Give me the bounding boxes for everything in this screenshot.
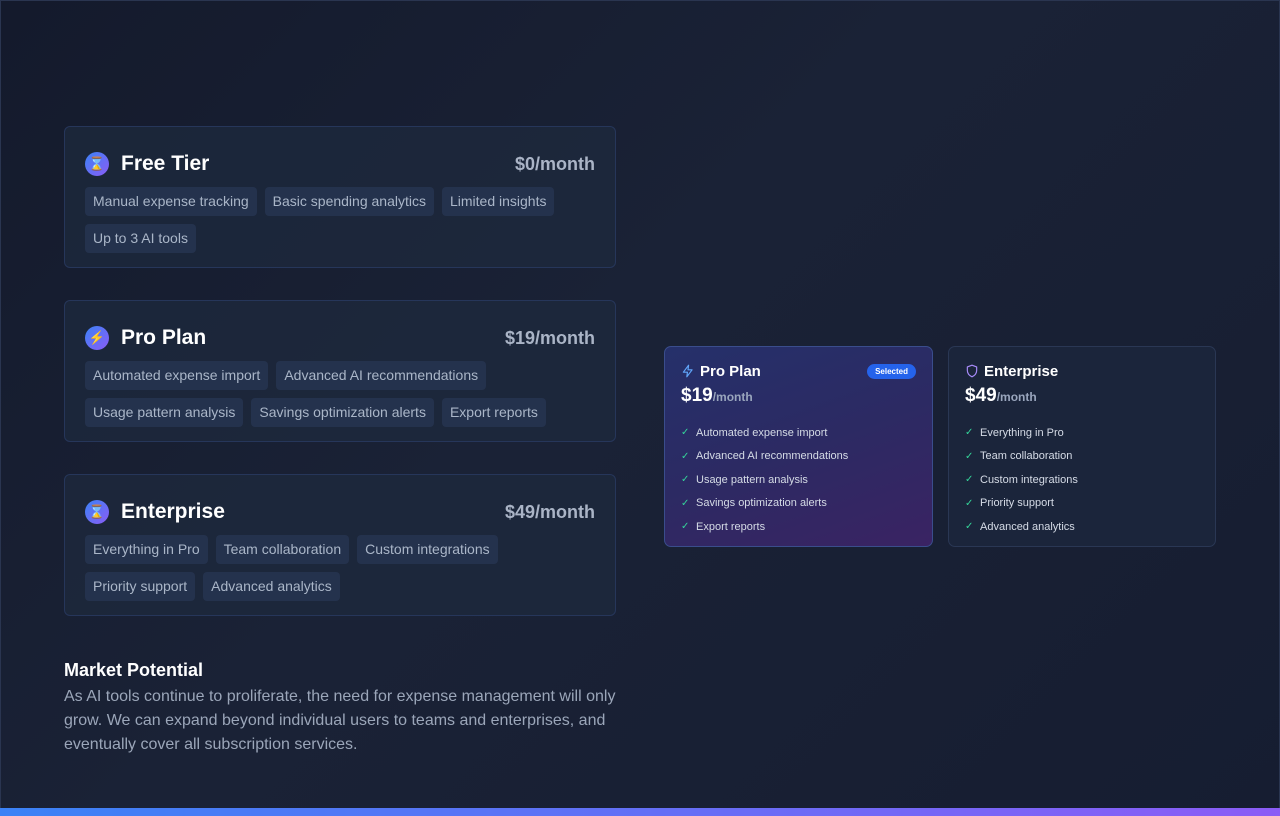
tier-header: ⌛ Free Tier $0/month xyxy=(85,149,595,179)
list-item: ✓ Team collaboration xyxy=(965,445,1199,469)
check-icon: ✓ xyxy=(681,427,690,439)
tier-card-pro[interactable]: ⚡ Pro Plan $19/month Automated expense i… xyxy=(64,300,616,442)
list-item: ✓ Custom integrations xyxy=(965,468,1199,492)
feature-label: Custom integrations xyxy=(980,473,1078,486)
feature-tag: Manual expense tracking xyxy=(85,187,257,216)
feature-tag: Team collaboration xyxy=(215,535,350,564)
price-amount: $49 xyxy=(965,385,997,406)
plan-header: Pro Plan Selected xyxy=(681,361,916,381)
hourglass-icon: ⌛ xyxy=(85,152,109,176)
feature-label: Automated expense import xyxy=(696,426,828,439)
shield-icon xyxy=(965,364,979,378)
feature-tags: Automated expense import Advanced AI rec… xyxy=(85,361,595,427)
list-item: ✓ Export reports xyxy=(681,515,916,539)
tier-name: Free Tier xyxy=(121,152,210,175)
market-potential-section: Market Potential As AI tools continue to… xyxy=(64,660,624,757)
feature-label: Usage pattern analysis xyxy=(696,473,808,486)
check-icon: ✓ xyxy=(681,497,690,509)
lightning-icon xyxy=(681,364,695,378)
feature-label: Savings optimization alerts xyxy=(696,497,827,510)
feature-label: Export reports xyxy=(696,520,766,533)
check-icon: ✓ xyxy=(965,521,974,533)
feature-tag: Export reports xyxy=(441,398,546,427)
plan-card-pro[interactable]: Pro Plan Selected $19/month ✓ Automated e… xyxy=(664,346,933,547)
feature-tag: Automated expense import xyxy=(85,361,269,390)
price-period: /month xyxy=(996,390,1037,404)
price-amount: $19 xyxy=(681,385,713,406)
hourglass-icon: ⌛ xyxy=(85,500,109,524)
tier-price: $49/month xyxy=(504,501,595,522)
feature-tag: Savings optimization alerts xyxy=(251,398,434,427)
tier-card-free[interactable]: ⌛ Free Tier $0/month Manual expense trac… xyxy=(64,126,616,268)
lightning-icon: ⚡ xyxy=(85,326,109,350)
feature-tags: Everything in Pro Team collaboration Cus… xyxy=(85,535,595,601)
plan-price: $49/month xyxy=(965,385,1199,407)
feature-label: Advanced analytics xyxy=(980,520,1075,533)
section-body: As AI tools continue to proliferate, the… xyxy=(64,688,616,753)
feature-label: Team collaboration xyxy=(980,450,1073,463)
feature-label: Everything in Pro xyxy=(980,426,1064,439)
list-item: ✓ Automated expense import xyxy=(681,421,916,445)
feature-tag: Advanced AI recommendations xyxy=(276,361,487,390)
feature-tag: Custom integrations xyxy=(357,535,498,564)
feature-label: Priority support xyxy=(980,497,1054,510)
list-item: ✓ Priority support xyxy=(965,492,1199,516)
check-icon: ✓ xyxy=(965,427,974,439)
list-item: ✓ Usage pattern analysis xyxy=(681,468,916,492)
plan-price: $19/month xyxy=(681,385,916,407)
selected-badge: Selected xyxy=(867,363,916,379)
check-icon: ✓ xyxy=(965,497,974,509)
feature-label: Advanced AI recommendations xyxy=(696,450,849,463)
feature-tag: Advanced analytics xyxy=(203,572,340,601)
price-period: /month xyxy=(712,390,753,404)
feature-tag: Usage pattern analysis xyxy=(85,398,244,427)
feature-list: ✓ Automated expense import ✓ Advanced AI r… xyxy=(681,421,916,539)
tier-price: $0/month xyxy=(514,153,595,174)
plan-name: Pro Plan xyxy=(700,362,761,380)
tier-header: ⚡ Pro Plan $19/month xyxy=(85,323,595,353)
feature-tag: Everything in Pro xyxy=(85,535,208,564)
feature-tag: Up to 3 AI tools xyxy=(85,224,196,253)
tier-name: Pro Plan xyxy=(121,326,207,349)
plan-name: Enterprise xyxy=(984,362,1059,380)
gradient-accent-bar xyxy=(0,808,1280,816)
feature-list: ✓ Everything in Pro ✓ Team collaboration ✓… xyxy=(965,421,1199,539)
list-item: ✓ Advanced analytics xyxy=(965,515,1199,539)
list-item: ✓ Advanced AI recommendations xyxy=(681,445,916,469)
feature-tag: Limited insights xyxy=(441,187,555,216)
check-icon: ✓ xyxy=(681,474,690,486)
section-title: Market Potential xyxy=(64,660,204,680)
tier-card-enterprise[interactable]: ⌛ Enterprise $49/month Everything in Pro… xyxy=(64,474,616,616)
list-item: ✓ Everything in Pro xyxy=(965,421,1199,445)
check-icon: ✓ xyxy=(681,521,690,533)
tier-price: $19/month xyxy=(504,327,595,348)
check-icon: ✓ xyxy=(965,474,974,486)
check-icon: ✓ xyxy=(681,450,690,462)
feature-tags: Manual expense tracking Basic spending a… xyxy=(85,187,595,253)
feature-tag: Priority support xyxy=(85,572,196,601)
tier-header: ⌛ Enterprise $49/month xyxy=(85,497,595,527)
plan-card-enterprise[interactable]: Enterprise $49/month ✓ Everything in Pro … xyxy=(948,346,1216,547)
plan-header: Enterprise xyxy=(965,361,1199,381)
feature-tag: Basic spending analytics xyxy=(264,187,434,216)
list-item: ✓ Savings optimization alerts xyxy=(681,492,916,516)
tier-name: Enterprise xyxy=(121,500,225,523)
check-icon: ✓ xyxy=(965,450,974,462)
